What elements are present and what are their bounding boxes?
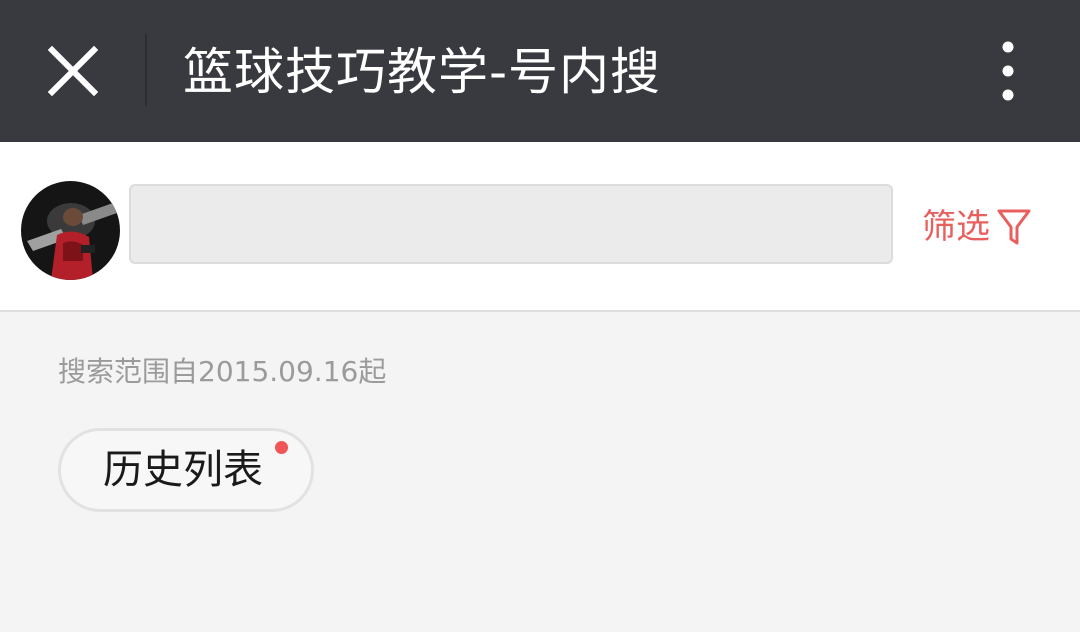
filter-button[interactable]: 筛选: [922, 204, 1032, 250]
history-list-label: 历史列表: [103, 447, 263, 493]
funnel-icon: [996, 207, 1032, 247]
unread-dot-badge: [275, 441, 288, 454]
close-button[interactable]: [36, 34, 110, 108]
more-vertical-icon: [1002, 41, 1014, 101]
search-bar: 筛选: [0, 142, 1080, 312]
history-list-button[interactable]: 历史列表: [58, 428, 314, 512]
search-scope-text: 搜索范围自2015.09.16起: [58, 355, 387, 388]
more-options-button[interactable]: [980, 36, 1036, 106]
profile-avatar: [21, 181, 120, 280]
page-title: 篮球技巧教学-号内搜: [183, 43, 662, 101]
header-divider: [145, 34, 147, 106]
title-bar: 篮球技巧教学-号内搜: [0, 0, 1080, 142]
filter-label: 筛选: [922, 207, 990, 247]
search-input[interactable]: [129, 184, 893, 264]
close-icon: [48, 46, 98, 96]
account-avatar[interactable]: [21, 181, 120, 280]
